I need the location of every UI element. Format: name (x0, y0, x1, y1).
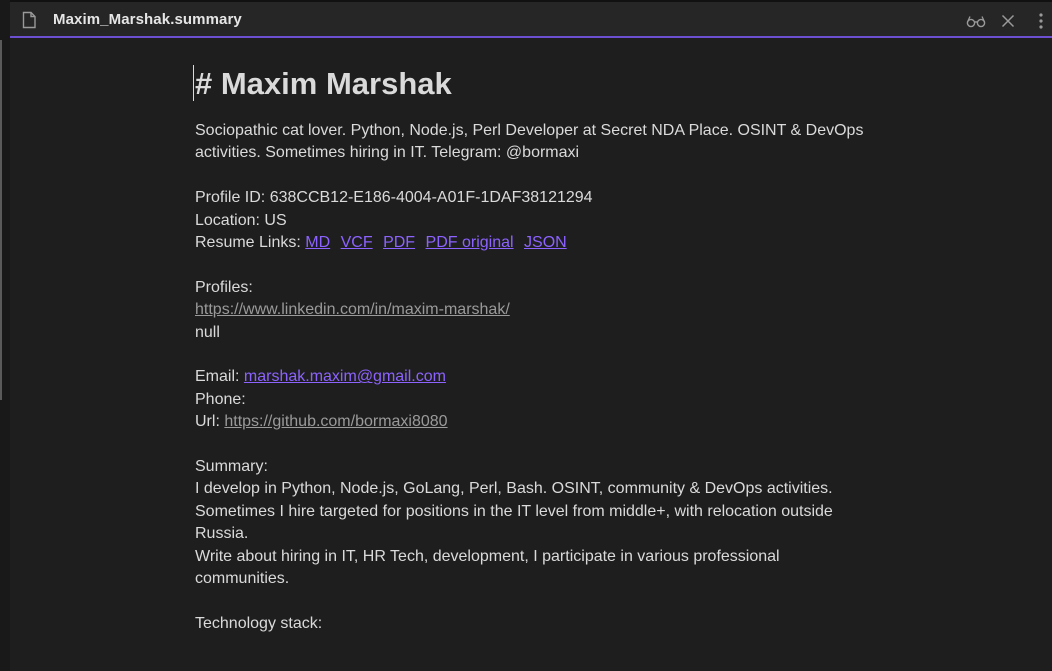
email-link[interactable]: marshak.maxim@gmail.com (244, 368, 446, 385)
sidebar-edge (0, 0, 10, 671)
file-icon (21, 11, 37, 29)
location: Location: US (195, 211, 287, 229)
document-heading: # Maxim Marshak (193, 65, 895, 101)
resume-link-pdf-original[interactable]: PDF original (426, 234, 514, 251)
heading-text: # Maxim Marshak (195, 66, 452, 101)
close-icon[interactable] (995, 8, 1021, 34)
github-link[interactable]: https://github.com/bormaxi8080 (224, 413, 447, 430)
text-cursor (193, 65, 194, 101)
tab-title[interactable]: Maxim_Marshak.summary (53, 11, 242, 28)
resume-links-label: Resume Links: (195, 234, 301, 252)
summary-line-3: Write about hiring in IT, HR Tech, devel… (195, 547, 780, 588)
url-line: Url: https://github.com/bormaxi8080 (195, 411, 895, 433)
url-label: Url: (195, 413, 220, 431)
resume-link-md[interactable]: MD (305, 234, 330, 251)
intro-paragraph: Sociopathic cat lover. Python, Node.js, … (195, 122, 864, 162)
tab-header: Maxim_Marshak.summary (10, 0, 1052, 38)
summary-label: Summary: (195, 458, 268, 476)
profile-id: Profile ID: 638CCB12-E186-4004-A01F-1DAF… (195, 189, 593, 207)
sidebar-resize-handle[interactable] (0, 40, 2, 400)
document-body: Sociopathic cat lover. Python, Node.js, … (195, 120, 895, 635)
resume-link-pdf[interactable]: PDF (383, 234, 415, 251)
linkedin-link[interactable]: https://www.linkedin.com/in/maxim-marsha… (195, 301, 510, 318)
reading-glasses-icon[interactable] (963, 8, 989, 34)
resume-link-vcf[interactable]: VCF (341, 234, 373, 251)
tech-stack-label: Technology stack: (195, 614, 323, 632)
summary-line-2: Sometimes I hire targeted for positions … (195, 502, 833, 543)
null-text: null (195, 323, 220, 341)
document-content[interactable]: # Maxim Marshak Sociopathic cat lover. P… (193, 40, 895, 635)
summary-line-1: I develop in Python, Node.js, GoLang, Pe… (195, 480, 833, 498)
resume-link-json[interactable]: JSON (524, 234, 567, 251)
profiles-label: Profiles: (195, 278, 253, 296)
editor-window: Maxim_Marshak.summary # Maxim Marshak So… (0, 0, 1052, 671)
resume-links: Resume Links: MD VCF PDF PDF original JS… (195, 232, 895, 254)
phone-label: Phone: (195, 390, 246, 408)
more-options-icon[interactable] (1030, 8, 1052, 34)
email-label: Email: (195, 368, 240, 386)
email-line: Email: marshak.maxim@gmail.com (195, 366, 895, 388)
